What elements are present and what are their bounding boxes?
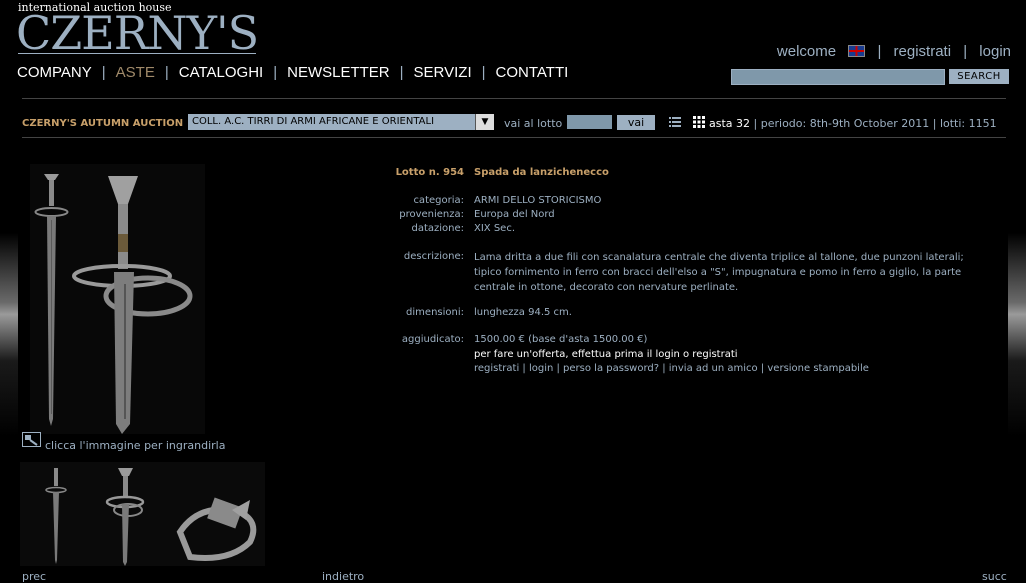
- nav-servizi[interactable]: SERVIZI: [414, 64, 472, 81]
- logo-underline: [18, 53, 256, 54]
- collection-select-value: COLL. A.C. TIRRI DI ARMI AFRICANE E ORIE…: [192, 116, 435, 127]
- zoom-hint[interactable]: clicca l'immagine per ingrandirla: [45, 439, 225, 452]
- datazione-value: XIX Sec.: [474, 223, 516, 234]
- auction-period: | periodo: 8th-9th October 2011 | lotti:…: [753, 117, 997, 130]
- aggiudicato-label: aggiudicato:: [401, 334, 464, 345]
- chevron-down-icon[interactable]: ▼: [475, 114, 494, 130]
- offer-note[interactable]: per fare un'offerta, effettua prima il l…: [474, 349, 738, 360]
- prev-link[interactable]: prec: [22, 570, 46, 583]
- welcome-text: welcome: [776, 42, 837, 60]
- thumbnail-2[interactable]: [95, 462, 170, 566]
- goto-lot-input[interactable]: [567, 115, 612, 129]
- provenienza-value: Europa del Nord: [474, 209, 555, 220]
- divider-top: [22, 98, 1006, 99]
- user-links: welcome | registrati | login: [776, 42, 1011, 60]
- dimensioni-value: lunghezza 94.5 cm.: [474, 307, 572, 318]
- lot-title: Spada da lanzichenecco: [474, 167, 609, 178]
- divider-bottom: [22, 137, 1006, 138]
- auction-info: asta 32 | periodo: 8th-9th October 2011 …: [709, 117, 997, 130]
- search-button[interactable]: SEARCH: [949, 69, 1009, 84]
- goto-lot-label: vai al lotto: [504, 117, 563, 130]
- register-link[interactable]: registrati: [894, 43, 952, 60]
- thumbnail-3[interactable]: [170, 462, 265, 566]
- grid-view-icon[interactable]: [693, 116, 705, 128]
- collection-select[interactable]: COLL. A.C. TIRRI DI ARMI AFRICANE E ORIE…: [188, 114, 494, 130]
- auction-name: CZERNY'S AUTUMN AUCTION: [22, 118, 184, 129]
- list-view-icon[interactable]: [669, 116, 681, 128]
- nav-aste[interactable]: ASTE: [116, 64, 155, 81]
- next-link[interactable]: succ: [982, 570, 1007, 583]
- categoria-value: ARMI DELLO STORICISMO: [474, 195, 602, 206]
- logo[interactable]: CZERNY'S: [16, 8, 259, 58]
- aggiudicato-value: 1500.00 € (base d'asta 1500.00 €): [474, 334, 648, 345]
- datazione-label: datazione:: [411, 223, 464, 234]
- provenienza-label: provenienza:: [399, 209, 464, 220]
- thumbnail-1[interactable]: [20, 462, 95, 566]
- nav-company[interactable]: COMPANY: [17, 64, 92, 81]
- nav-newsletter[interactable]: NEWSLETTER: [287, 64, 390, 81]
- auction-number: asta 32: [709, 117, 751, 130]
- lot-number: Lotto n. 954: [395, 167, 464, 178]
- back-link[interactable]: indietro: [322, 570, 364, 583]
- left-gradient-strip: [0, 0, 18, 582]
- categoria-label: categoria:: [413, 195, 464, 206]
- zoom-icon[interactable]: [22, 432, 41, 447]
- search-input[interactable]: [731, 69, 945, 85]
- login-link[interactable]: login: [979, 43, 1011, 60]
- right-gradient-strip: [1008, 0, 1026, 582]
- descrizione-label: descrizione:: [403, 251, 464, 262]
- nav-contatti[interactable]: CONTATTI: [496, 64, 569, 81]
- lot-action-links[interactable]: registrati | login | perso la password? …: [474, 363, 869, 374]
- uk-flag-icon[interactable]: [848, 45, 866, 58]
- dimensioni-label: dimensioni:: [406, 307, 464, 318]
- descrizione-value: Lama dritta a due fili con scanalatura c…: [474, 252, 964, 293]
- nav-cataloghi[interactable]: CATALOGHI: [179, 64, 263, 81]
- goto-lot-button[interactable]: vai: [617, 115, 655, 130]
- main-nav: COMPANY | ASTE | CATALOGHI | NEWSLETTER | SERVIZ…: [17, 64, 569, 81]
- main-lot-image[interactable]: [30, 164, 205, 434]
